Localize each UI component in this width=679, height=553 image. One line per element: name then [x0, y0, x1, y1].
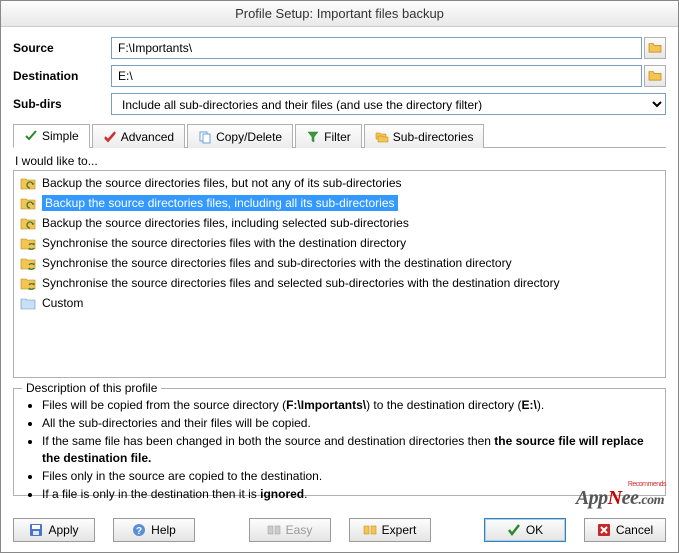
option-text: Synchronise the source directories files… — [42, 276, 560, 290]
option-text: Synchronise the source directories files… — [42, 236, 406, 250]
tab-label: Advanced — [121, 130, 174, 144]
description-item: If a file is only in the destination the… — [42, 486, 655, 502]
option-icon — [20, 175, 36, 191]
tab-simple[interactable]: Simple — [13, 124, 90, 148]
tab-label: Filter — [324, 130, 351, 144]
option-icon — [20, 255, 36, 271]
subdirs-label: Sub-dirs — [13, 97, 111, 111]
subdirs-row: Sub-dirs Include all sub-directories and… — [13, 93, 666, 115]
advanced-icon — [103, 130, 117, 144]
copy-icon — [198, 130, 212, 144]
browse-source-button[interactable] — [644, 37, 666, 59]
folder-icon — [648, 69, 662, 84]
destination-row: Destination — [13, 65, 666, 87]
option-text: Backup the source directories files, inc… — [42, 216, 409, 230]
tab-sub-directories[interactable]: Sub-directories — [364, 124, 485, 148]
tab-label: Sub-directories — [393, 130, 474, 144]
ok-button[interactable]: OK — [484, 518, 566, 542]
title-bar: Profile Setup: Important files backup — [1, 1, 678, 27]
check-icon — [507, 523, 521, 537]
cancel-icon — [597, 523, 611, 537]
option-icon — [20, 295, 36, 311]
tab-label: Copy/Delete — [216, 130, 282, 144]
window-title: Profile Setup: Important files backup — [235, 6, 444, 21]
help-button[interactable]: ? Help — [113, 518, 195, 542]
button-label: OK — [526, 523, 543, 537]
save-icon — [29, 523, 43, 537]
option-icon — [20, 235, 36, 251]
filter-icon — [306, 130, 320, 144]
description-list: Files will be copied from the source dir… — [24, 397, 655, 502]
tab-strip: Simple Advanced Copy/Delete Filter Sub-d… — [13, 123, 666, 148]
list-header: I would like to... — [15, 154, 666, 168]
button-bar: Apply ? Help Easy Expert OK Cancel — [13, 518, 666, 542]
option-text: Backup the source directories files, but… — [42, 176, 402, 190]
destination-input[interactable] — [111, 65, 642, 87]
cancel-button[interactable]: Cancel — [584, 518, 666, 542]
list-item[interactable]: Backup the source directories files, but… — [16, 173, 663, 193]
subdirs-select[interactable]: Include all sub-directories and their fi… — [111, 93, 666, 115]
check-icon — [24, 129, 38, 143]
options-list: Backup the source directories files, but… — [13, 170, 666, 378]
button-label: Apply — [48, 523, 78, 537]
option-icon — [20, 275, 36, 291]
button-label: Cancel — [616, 523, 653, 537]
expert-button[interactable]: Expert — [349, 518, 431, 542]
description-legend: Description of this profile — [22, 381, 161, 395]
list-item[interactable]: Synchronise the source directories files… — [16, 273, 663, 293]
expert-icon — [363, 523, 377, 537]
easy-button: Easy — [249, 518, 331, 542]
help-icon: ? — [132, 523, 146, 537]
option-text: Synchronise the source directories files… — [42, 256, 512, 270]
option-icon — [20, 195, 36, 211]
source-input[interactable] — [111, 37, 642, 59]
svg-text:?: ? — [136, 526, 142, 537]
list-item[interactable]: Backup the source directories files, inc… — [16, 193, 663, 213]
source-label: Source — [13, 41, 111, 55]
list-item[interactable]: Backup the source directories files, inc… — [16, 213, 663, 233]
destination-label: Destination — [13, 69, 111, 83]
option-text: Custom — [42, 296, 83, 310]
source-row: Source — [13, 37, 666, 59]
folders-icon — [375, 130, 389, 144]
easy-icon — [267, 523, 281, 537]
list-item[interactable]: Synchronise the source directories files… — [16, 253, 663, 273]
description-item: All the sub-directories and their files … — [42, 415, 655, 431]
tab-filter[interactable]: Filter — [295, 124, 362, 148]
description-item: Files will be copied from the source dir… — [42, 397, 655, 413]
folder-icon — [648, 41, 662, 56]
tab-label: Simple — [42, 129, 79, 143]
tab-advanced[interactable]: Advanced — [92, 124, 185, 148]
description-group: Description of this profile Files will b… — [13, 388, 666, 496]
list-item[interactable]: Synchronise the source directories files… — [16, 233, 663, 253]
list-item[interactable]: Custom — [16, 293, 663, 313]
apply-button[interactable]: Apply — [13, 518, 95, 542]
tab-copy-delete[interactable]: Copy/Delete — [187, 124, 293, 148]
option-icon — [20, 215, 36, 231]
description-item: If the same file has been changed in bot… — [42, 433, 655, 465]
button-label: Easy — [286, 523, 313, 537]
button-label: Expert — [382, 523, 417, 537]
description-item: Files only in the source are copied to t… — [42, 468, 655, 484]
button-label: Help — [151, 523, 176, 537]
option-text: Backup the source directories files, inc… — [42, 195, 398, 211]
browse-destination-button[interactable] — [644, 65, 666, 87]
